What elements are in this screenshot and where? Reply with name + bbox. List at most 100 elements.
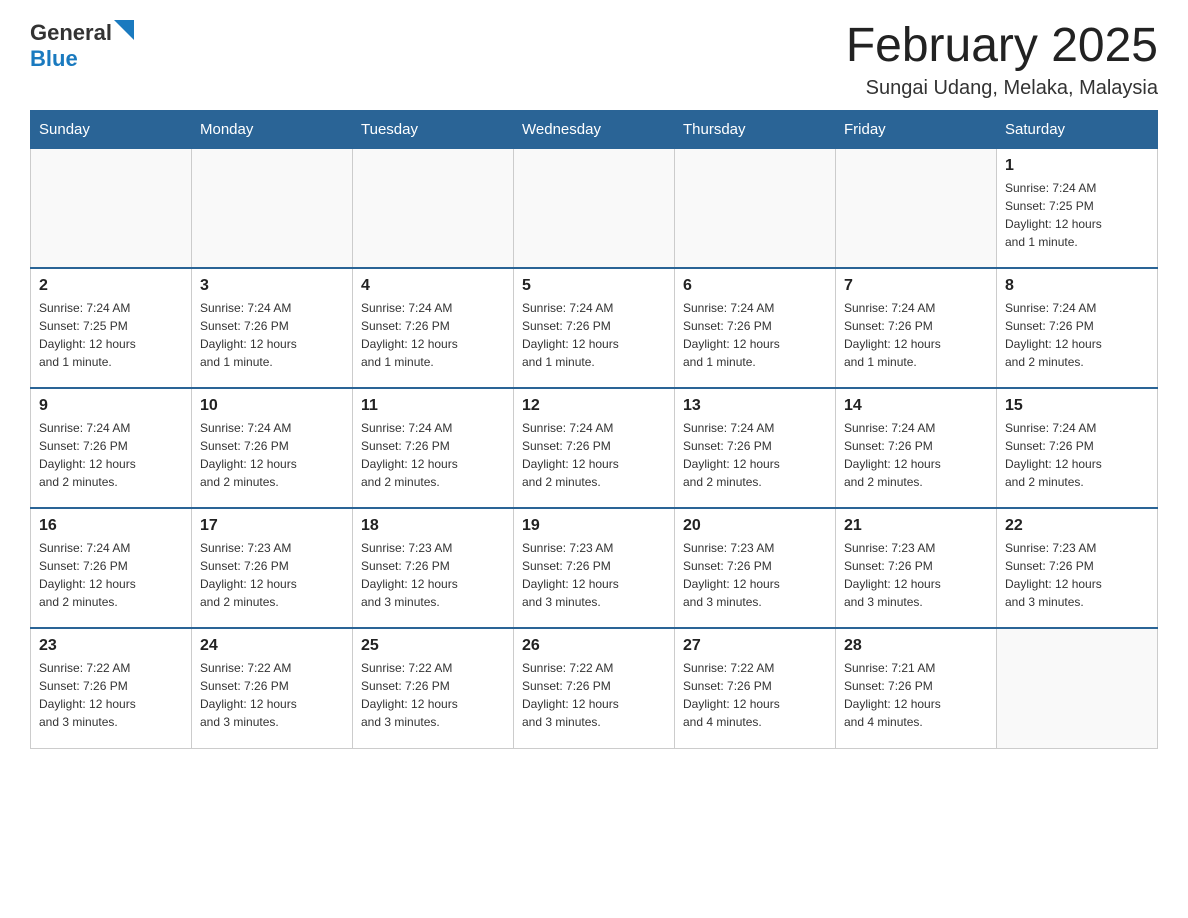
calendar-cell: 24 Sunrise: 7:22 AM Sunset: 7:26 PM Dayli… [192, 628, 353, 748]
day-header-saturday: Saturday [997, 110, 1158, 148]
day-info: Sunrise: 7:24 AM Sunset: 7:26 PM Dayligh… [39, 419, 183, 491]
calendar-cell [514, 148, 675, 268]
day-number: 13 [683, 397, 827, 415]
day-info: Sunrise: 7:24 AM Sunset: 7:26 PM Dayligh… [39, 539, 183, 611]
day-info: Sunrise: 7:24 AM Sunset: 7:26 PM Dayligh… [844, 419, 988, 491]
day-number: 28 [844, 637, 988, 655]
calendar-cell: 22Sunrise: 7:23 AM Sunset: 7:26 PM Dayli… [997, 508, 1158, 628]
day-number: 16 [39, 517, 183, 535]
day-info: Sunrise: 7:24 AM Sunset: 7:25 PM Dayligh… [1005, 179, 1149, 251]
calendar-cell: 18 Sunrise: 7:23 AM Sunset: 7:26 PM Dayli… [353, 508, 514, 628]
day-number: 24 [200, 637, 344, 655]
calendar-cell: 28Sunrise: 7:21 AM Sunset: 7:26 PM Dayli… [836, 628, 997, 748]
day-number: 3 [200, 277, 344, 295]
day-info: Sunrise: 7:24 AM Sunset: 7:26 PM Dayligh… [361, 419, 505, 491]
day-number: 18 [361, 517, 505, 535]
calendar-week-1: 1 Sunrise: 7:24 AM Sunset: 7:25 PM Daylig… [31, 148, 1158, 268]
calendar-cell: 10Sunrise: 7:24 AM Sunset: 7:26 PM Dayli… [192, 388, 353, 508]
day-info: Sunrise: 7:24 AM Sunset: 7:26 PM Dayligh… [522, 299, 666, 371]
day-header-monday: Monday [192, 110, 353, 148]
day-number: 27 [683, 637, 827, 655]
day-info: Sunrise: 7:22 AM Sunset: 7:26 PM Dayligh… [39, 659, 183, 731]
calendar-cell: 16 Sunrise: 7:24 AM Sunset: 7:26 PM Dayli… [31, 508, 192, 628]
location-text: Sungai Udang, Melaka, Malaysia [846, 77, 1158, 100]
calendar-cell: 6Sunrise: 7:24 AM Sunset: 7:26 PM Daylig… [675, 268, 836, 388]
day-info: Sunrise: 7:24 AM Sunset: 7:26 PM Dayligh… [683, 299, 827, 371]
day-info: Sunrise: 7:24 AM Sunset: 7:26 PM Dayligh… [522, 419, 666, 491]
day-info: Sunrise: 7:24 AM Sunset: 7:26 PM Dayligh… [200, 419, 344, 491]
calendar-body: 1 Sunrise: 7:24 AM Sunset: 7:25 PM Daylig… [31, 148, 1158, 748]
calendar-cell: 21 Sunrise: 7:23 AM Sunset: 7:26 PM Dayli… [836, 508, 997, 628]
calendar-cell: 3Sunrise: 7:24 AM Sunset: 7:26 PM Daylig… [192, 268, 353, 388]
day-number: 21 [844, 517, 988, 535]
calendar-cell [997, 628, 1158, 748]
day-number: 14 [844, 397, 988, 415]
page-header: General Blue February 2025 Sungai Udang,… [30, 20, 1158, 100]
calendar-cell [675, 148, 836, 268]
calendar-week-2: 2Sunrise: 7:24 AM Sunset: 7:25 PM Daylig… [31, 268, 1158, 388]
day-number: 12 [522, 397, 666, 415]
calendar-header: SundayMondayTuesdayWednesdayThursdayFrid… [31, 110, 1158, 148]
calendar-cell: 23 Sunrise: 7:22 AM Sunset: 7:26 PM Dayli… [31, 628, 192, 748]
calendar-cell [31, 148, 192, 268]
day-header-sunday: Sunday [31, 110, 192, 148]
calendar-cell: 2Sunrise: 7:24 AM Sunset: 7:25 PM Daylig… [31, 268, 192, 388]
calendar-cell: 13 Sunrise: 7:24 AM Sunset: 7:26 PM Dayli… [675, 388, 836, 508]
day-info: Sunrise: 7:22 AM Sunset: 7:26 PM Dayligh… [683, 659, 827, 731]
calendar-cell: 15 Sunrise: 7:24 AM Sunset: 7:26 PM Dayli… [997, 388, 1158, 508]
calendar-week-4: 16 Sunrise: 7:24 AM Sunset: 7:26 PM Dayli… [31, 508, 1158, 628]
day-info: Sunrise: 7:24 AM Sunset: 7:26 PM Dayligh… [683, 419, 827, 491]
calendar-cell: 9 Sunrise: 7:24 AM Sunset: 7:26 PM Daylig… [31, 388, 192, 508]
title-section: February 2025 Sungai Udang, Melaka, Mala… [846, 20, 1158, 100]
day-headers-row: SundayMondayTuesdayWednesdayThursdayFrid… [31, 110, 1158, 148]
day-number: 22 [1005, 517, 1149, 535]
calendar-cell: 4 Sunrise: 7:24 AM Sunset: 7:26 PM Daylig… [353, 268, 514, 388]
logo-general: General [30, 20, 112, 45]
calendar-cell [192, 148, 353, 268]
day-number: 1 [1005, 157, 1149, 175]
calendar-cell: 5 Sunrise: 7:24 AM Sunset: 7:26 PM Daylig… [514, 268, 675, 388]
calendar-cell: 27 Sunrise: 7:22 AM Sunset: 7:26 PM Dayli… [675, 628, 836, 748]
logo-text: General Blue [30, 20, 134, 72]
day-info: Sunrise: 7:22 AM Sunset: 7:26 PM Dayligh… [522, 659, 666, 731]
day-info: Sunrise: 7:23 AM Sunset: 7:26 PM Dayligh… [361, 539, 505, 611]
calendar-cell: 14 Sunrise: 7:24 AM Sunset: 7:26 PM Dayli… [836, 388, 997, 508]
calendar-week-5: 23 Sunrise: 7:22 AM Sunset: 7:26 PM Dayli… [31, 628, 1158, 748]
calendar-cell: 17 Sunrise: 7:23 AM Sunset: 7:26 PM Dayli… [192, 508, 353, 628]
day-info: Sunrise: 7:23 AM Sunset: 7:26 PM Dayligh… [200, 539, 344, 611]
calendar-cell: 26 Sunrise: 7:22 AM Sunset: 7:26 PM Dayli… [514, 628, 675, 748]
day-number: 17 [200, 517, 344, 535]
calendar-cell: 11Sunrise: 7:24 AM Sunset: 7:26 PM Dayli… [353, 388, 514, 508]
day-number: 15 [1005, 397, 1149, 415]
calendar-week-3: 9 Sunrise: 7:24 AM Sunset: 7:26 PM Daylig… [31, 388, 1158, 508]
day-header-friday: Friday [836, 110, 997, 148]
calendar-cell: 1 Sunrise: 7:24 AM Sunset: 7:25 PM Daylig… [997, 148, 1158, 268]
day-info: Sunrise: 7:22 AM Sunset: 7:26 PM Dayligh… [361, 659, 505, 731]
day-info: Sunrise: 7:24 AM Sunset: 7:26 PM Dayligh… [1005, 299, 1149, 371]
day-info: Sunrise: 7:24 AM Sunset: 7:26 PM Dayligh… [1005, 419, 1149, 491]
day-header-thursday: Thursday [675, 110, 836, 148]
day-info: Sunrise: 7:23 AM Sunset: 7:26 PM Dayligh… [683, 539, 827, 611]
calendar-cell: 25Sunrise: 7:22 AM Sunset: 7:26 PM Dayli… [353, 628, 514, 748]
calendar-cell [836, 148, 997, 268]
day-info: Sunrise: 7:23 AM Sunset: 7:26 PM Dayligh… [844, 539, 988, 611]
calendar-cell: 8Sunrise: 7:24 AM Sunset: 7:26 PM Daylig… [997, 268, 1158, 388]
day-info: Sunrise: 7:22 AM Sunset: 7:26 PM Dayligh… [200, 659, 344, 731]
day-info: Sunrise: 7:23 AM Sunset: 7:26 PM Dayligh… [522, 539, 666, 611]
day-number: 9 [39, 397, 183, 415]
day-number: 20 [683, 517, 827, 535]
calendar-table: SundayMondayTuesdayWednesdayThursdayFrid… [30, 110, 1158, 749]
day-number: 4 [361, 277, 505, 295]
calendar-cell: 20 Sunrise: 7:23 AM Sunset: 7:26 PM Dayli… [675, 508, 836, 628]
day-header-wednesday: Wednesday [514, 110, 675, 148]
calendar-cell: 19Sunrise: 7:23 AM Sunset: 7:26 PM Dayli… [514, 508, 675, 628]
day-number: 7 [844, 277, 988, 295]
day-number: 5 [522, 277, 666, 295]
logo-triangle-icon [114, 20, 134, 40]
day-number: 26 [522, 637, 666, 655]
logo: General Blue [30, 20, 134, 72]
day-number: 23 [39, 637, 183, 655]
day-info: Sunrise: 7:24 AM Sunset: 7:26 PM Dayligh… [361, 299, 505, 371]
day-info: Sunrise: 7:24 AM Sunset: 7:25 PM Dayligh… [39, 299, 183, 371]
month-title: February 2025 [846, 20, 1158, 73]
